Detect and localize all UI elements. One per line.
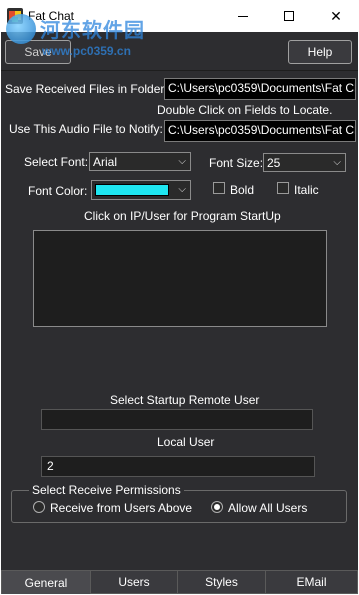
chevron-down-icon: ⌵ <box>178 156 186 167</box>
bold-label: Bold <box>230 183 255 197</box>
font-select-value: Arial <box>93 154 118 169</box>
chevron-down-icon: ⌵ <box>333 157 341 168</box>
remote-user-label: Select Startup Remote User <box>110 393 260 407</box>
tab-users[interactable]: Users <box>90 570 178 594</box>
italic-checkbox[interactable] <box>277 182 289 194</box>
window-title: Fat Chat <box>28 9 75 23</box>
save-button[interactable]: Save <box>5 40 71 64</box>
maximize-button[interactable] <box>266 0 312 32</box>
bold-checkbox[interactable] <box>213 182 225 194</box>
audio-file-field[interactable]: C:\Users\pc0359\Documents\Fat Ch <box>164 120 356 142</box>
font-size-select[interactable]: 25 ⌵ <box>263 153 346 172</box>
local-user-field[interactable]: 2 <box>41 456 315 477</box>
font-size-value: 25 <box>267 155 281 170</box>
local-user-label: Local User <box>157 435 215 449</box>
tab-email[interactable]: EMail <box>265 570 358 594</box>
app-icon <box>7 8 23 24</box>
allow-all-users-label: Allow All Users <box>228 501 308 515</box>
minimize-icon <box>238 15 248 17</box>
tab-styles[interactable]: Styles <box>177 570 266 594</box>
minimize-button[interactable] <box>220 0 266 32</box>
close-button[interactable]: ✕ <box>313 0 359 32</box>
startup-user-list[interactable] <box>33 230 327 327</box>
tab-general[interactable]: General <box>1 570 91 594</box>
receive-from-users-above-radio[interactable] <box>33 501 45 513</box>
close-icon: ✕ <box>330 7 342 24</box>
italic-label: Italic <box>294 183 319 197</box>
font-color-select[interactable]: ⌵ <box>91 180 191 200</box>
settings-panel: Save Help Save Received Files in Folder:… <box>1 32 358 594</box>
title-bar: Fat Chat ✕ <box>0 0 359 32</box>
allow-all-users-radio[interactable] <box>211 501 223 513</box>
font-color-swatch <box>95 184 169 196</box>
font-size-label: Font Size: <box>209 156 264 170</box>
startup-list-label: Click on IP/User for Program StartUp <box>84 209 281 223</box>
font-select[interactable]: Arial ⌵ <box>89 152 191 171</box>
help-button[interactable]: Help <box>288 40 352 64</box>
select-font-label: Select Font: <box>24 155 89 169</box>
locate-hint: Double Click on Fields to Locate. <box>157 103 333 117</box>
received-folder-label: Save Received Files in Folder: <box>5 82 168 96</box>
received-folder-field[interactable]: C:\Users\pc0359\Documents\Fat Ch <box>164 78 356 100</box>
maximize-icon <box>284 11 294 21</box>
remote-user-field[interactable] <box>41 409 313 430</box>
permissions-legend: Select Receive Permissions <box>29 483 184 497</box>
audio-file-label: Use This Audio File to Notify: <box>9 122 163 136</box>
chevron-down-icon: ⌵ <box>178 184 186 195</box>
toolbar-divider <box>1 70 358 71</box>
font-color-label: Font Color: <box>28 184 88 198</box>
receive-from-users-above-label: Receive from Users Above <box>50 501 193 515</box>
